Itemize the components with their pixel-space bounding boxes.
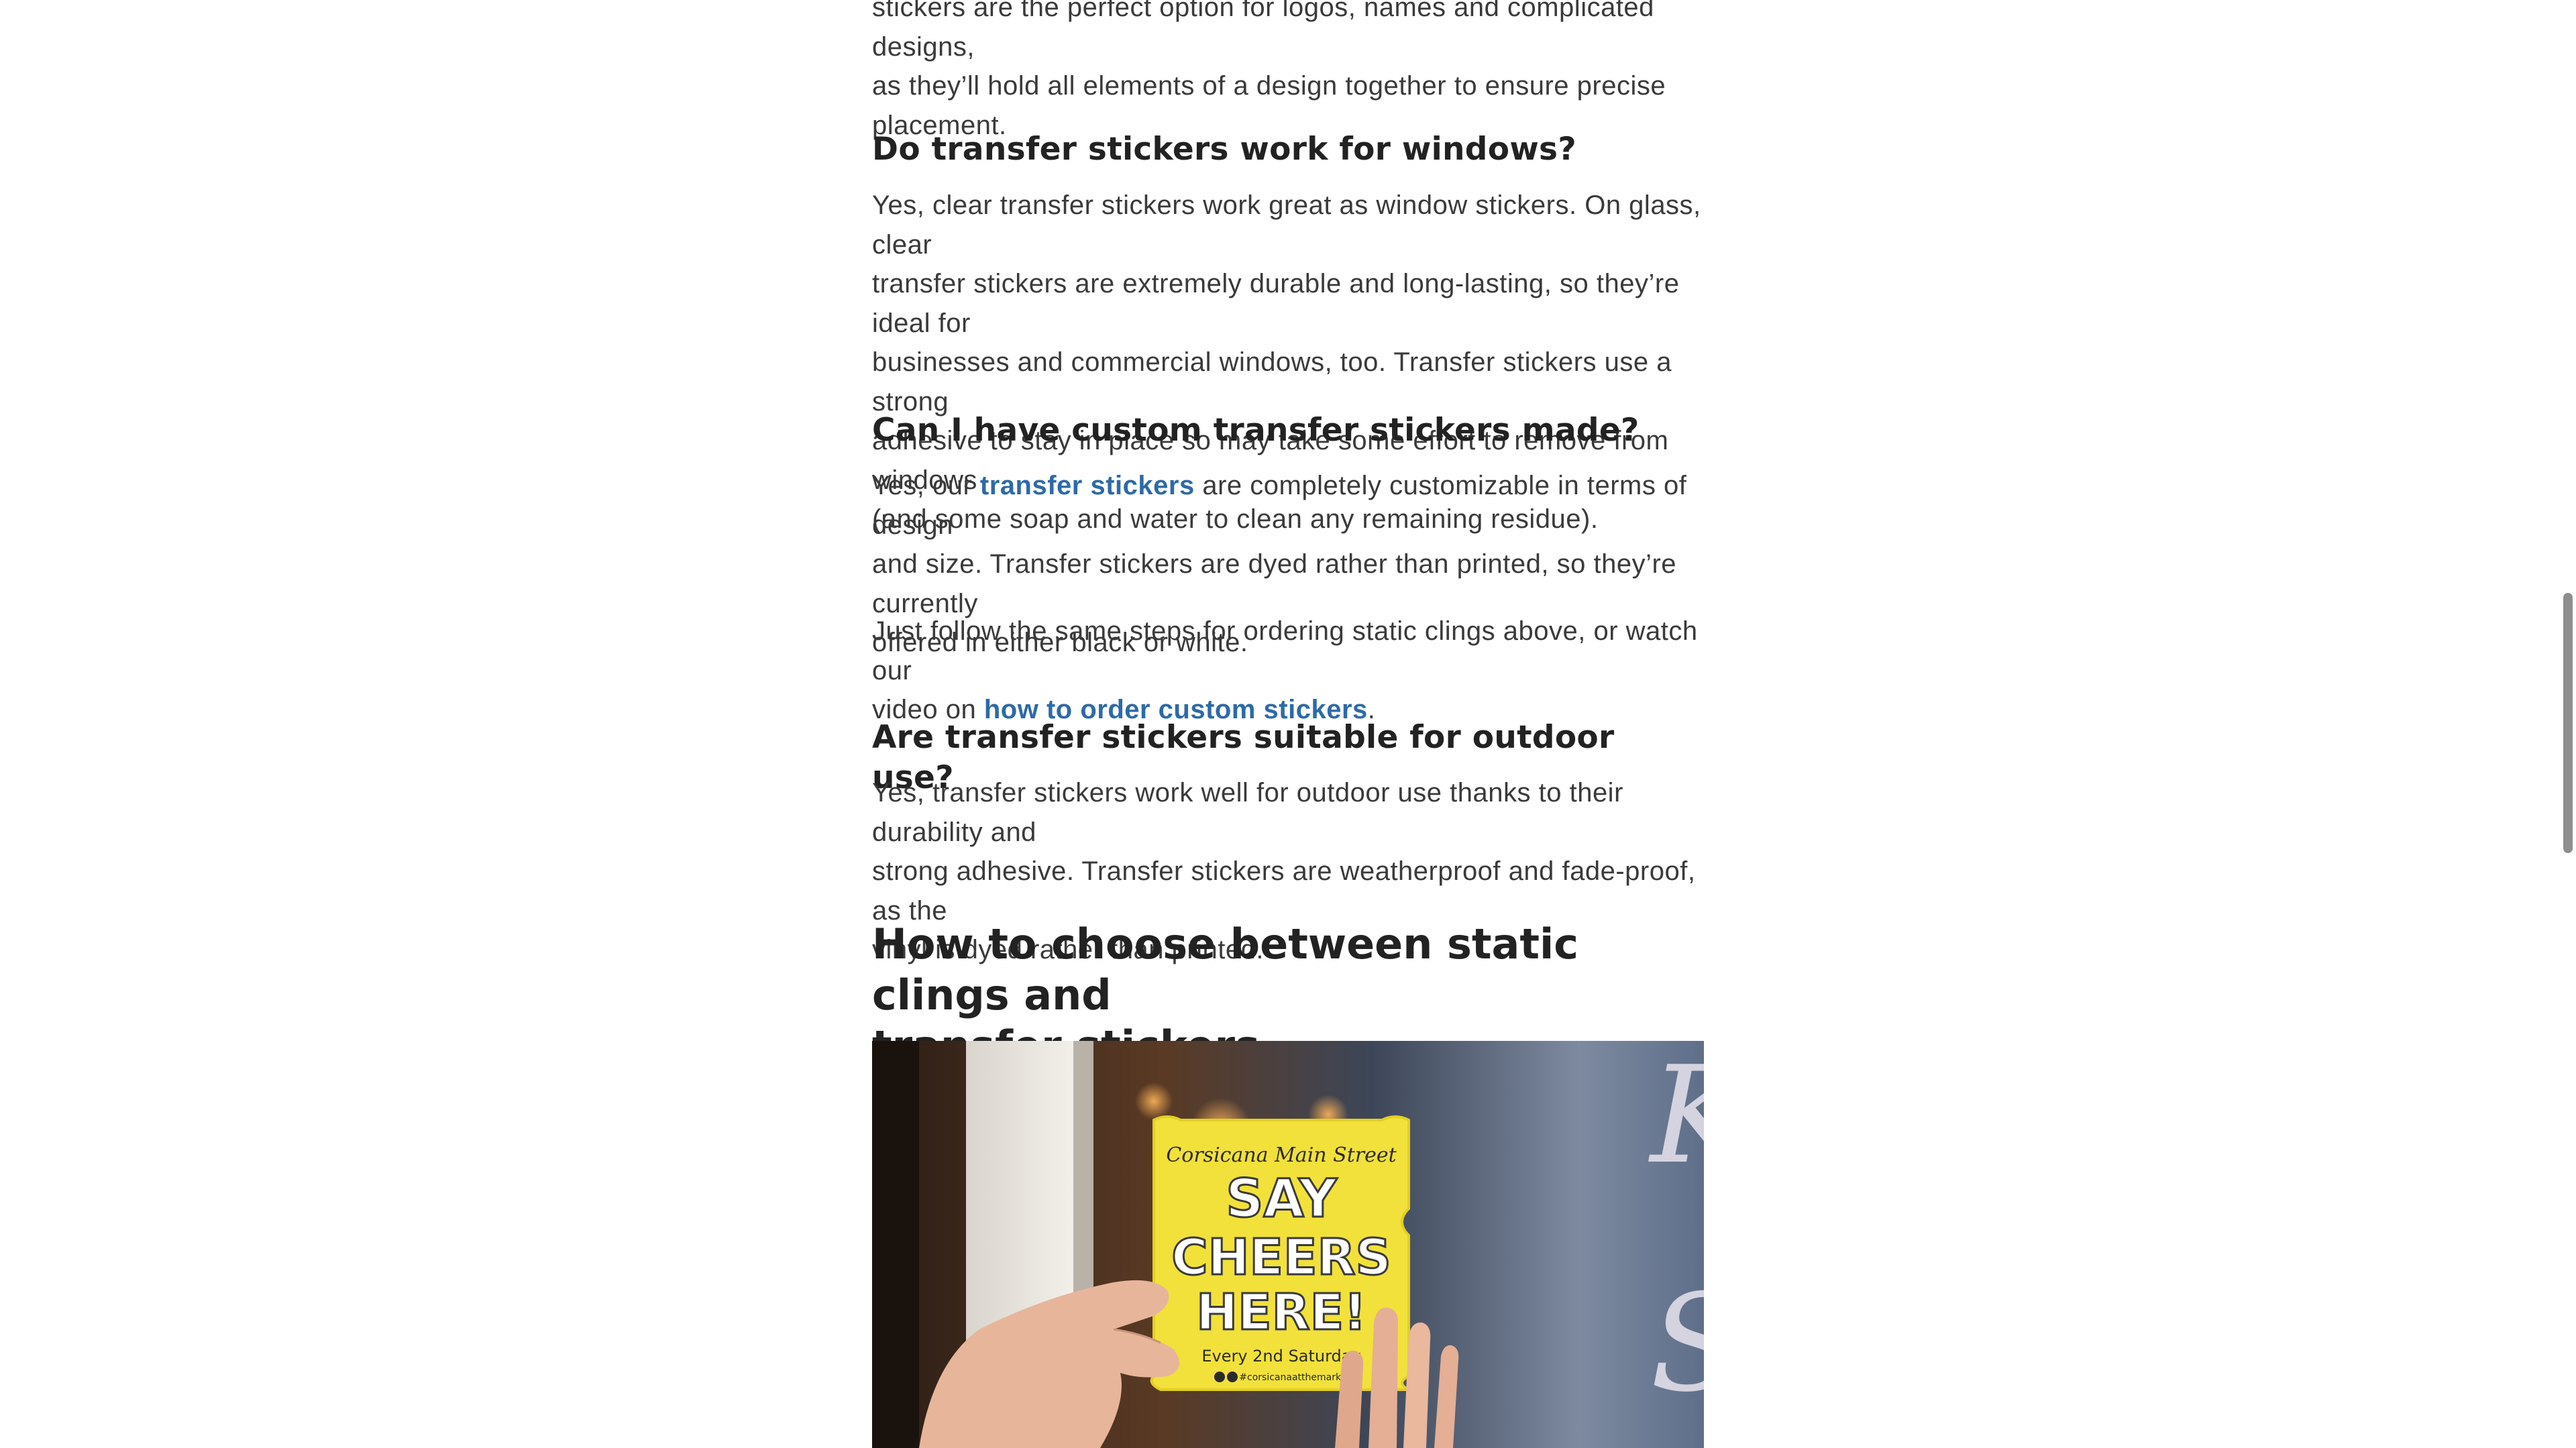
paragraph-line: and size. Transfer stickers are dyed rat…: [872, 549, 1677, 618]
yellow-sticker: Corsicana Main Street SAY CHEERS HERE! E…: [1150, 1115, 1410, 1391]
intro-line: stickers are the perfect option for logo…: [872, 0, 1654, 62]
scrollbar-thumb[interactable]: [2563, 593, 2573, 853]
svg-text:Corsicana Main Street: Corsicana Main Street: [1166, 1144, 1397, 1167]
svg-text:CHEERS: CHEERS: [1171, 1229, 1391, 1286]
svg-text:SAY: SAY: [1226, 1169, 1338, 1229]
heading-custom: Can I have custom transfer stickers made…: [872, 412, 1640, 449]
intro-line: as they’ll hold all elements of a design…: [872, 71, 1666, 101]
paragraph-text: Yes, our: [872, 471, 973, 500]
paragraph-line: Yes, transfer stickers work well for out…: [872, 778, 1623, 847]
section-title-line: How to choose between static clings and: [872, 920, 1578, 1019]
order-paragraph: Just follow the same steps for ordering …: [872, 612, 1704, 730]
paragraph-line: transfer stickers are extremely durable …: [872, 269, 1680, 338]
transfer-stickers-link[interactable]: transfer stickers: [980, 471, 1195, 500]
paragraph-line: businesses and commercial windows, too. …: [872, 347, 1672, 416]
paragraph-line: Just follow the same steps for ordering …: [872, 616, 1698, 685]
svg-text:#corsicanaatthemarket: #corsicanaatthemarket: [1239, 1372, 1350, 1383]
svg-text:K: K: [1648, 1041, 1704, 1194]
svg-text:S: S: [1650, 1266, 1704, 1422]
paragraph-line: strong adhesive. Transfer stickers are w…: [872, 856, 1696, 926]
photo-illustration: K S Corsicana Main Street SAY CHEERS HER…: [872, 1041, 1704, 1448]
heading-windows: Do transfer stickers work for windows?: [872, 131, 1576, 168]
intro-paragraph: stickers are the perfect option for logo…: [872, 0, 1704, 145]
svg-text:HERE!: HERE!: [1196, 1284, 1366, 1341]
paragraph-line: Yes, clear transfer stickers work great …: [872, 190, 1701, 260]
svg-text:Every 2nd Saturday: Every 2nd Saturday: [1201, 1347, 1360, 1366]
sticker-photo: K S Corsicana Main Street SAY CHEERS HER…: [872, 1041, 1704, 1448]
